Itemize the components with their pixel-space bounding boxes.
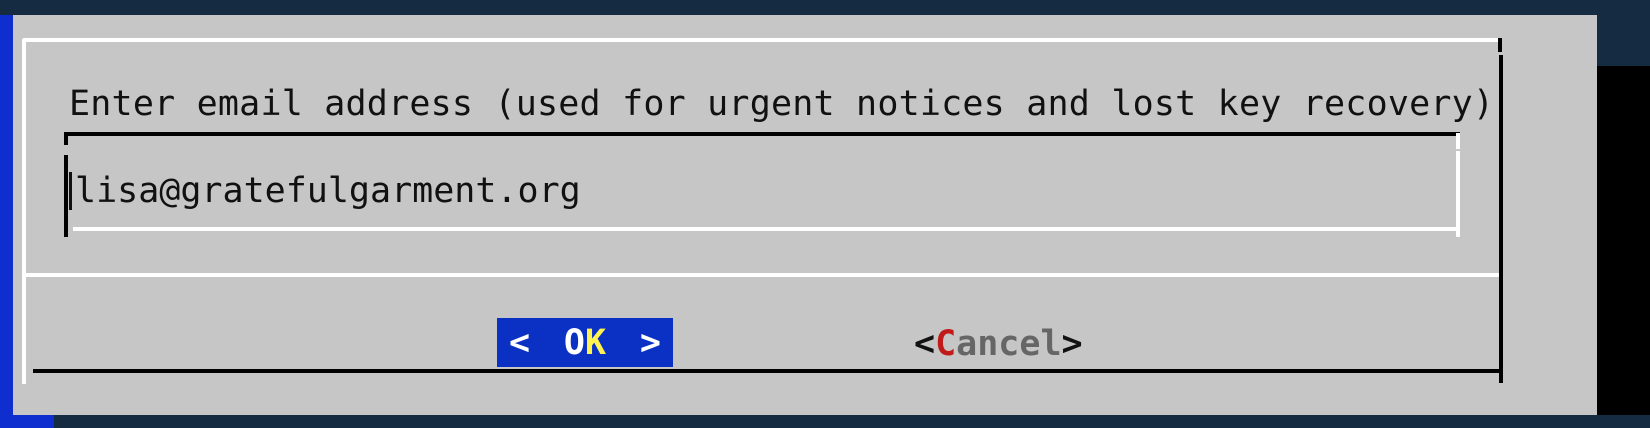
input-border-top-left-corner [64,133,68,145]
button-area-separator [23,273,1499,277]
input-border-top-right-corner [1456,133,1460,149]
cancel-button-hotkey: C [935,324,957,364]
dialog-border-top [23,38,1501,42]
ok-button-left-bracket: < [509,322,531,363]
dialog-border-bottom [33,369,1503,373]
cancel-button-left-bracket: < [914,324,936,364]
dialog-border-left [22,39,26,384]
prompt-text: Enter email address (used for urgent not… [69,84,1495,124]
separator-right-tee [1499,265,1503,285]
ok-button-label-plain: O [563,322,585,363]
ok-button-right-bracket: > [639,322,661,363]
email-input-dialog: Enter email address (used for urgent not… [13,15,1597,415]
text-cursor [69,172,72,210]
ok-button-hotkey: K [585,322,607,363]
input-border-top [64,132,1460,136]
input-border-left [64,155,68,237]
cancel-button[interactable]: < Cancel > [914,322,1083,366]
ok-button-label: OK [564,323,606,363]
email-input[interactable] [75,170,1535,212]
cancel-button-right-bracket: > [1061,324,1083,364]
ok-button[interactable]: < OK > [497,318,673,367]
cancel-button-label-plain: ancel [956,324,1062,364]
dialog-border-top-right-corner [1498,38,1502,52]
dialog-border-right [1499,55,1503,383]
input-border-bottom [73,227,1460,231]
